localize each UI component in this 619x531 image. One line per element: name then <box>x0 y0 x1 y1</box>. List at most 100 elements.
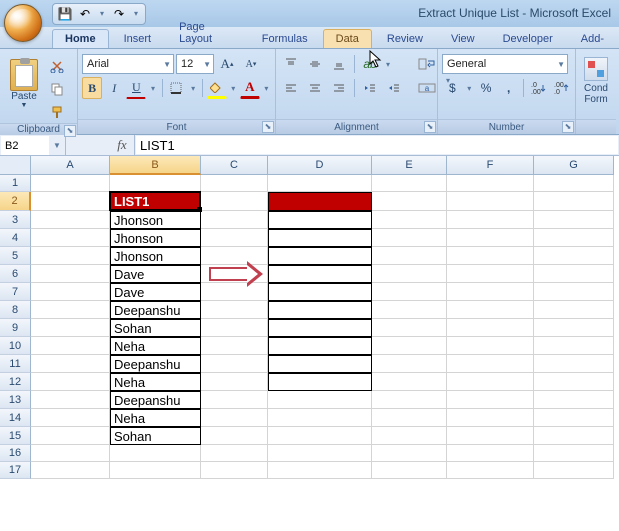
increase-indent-button[interactable] <box>383 77 405 99</box>
alignment-launcher[interactable]: ⬊ <box>424 121 436 133</box>
row-header[interactable]: 11 <box>0 355 31 373</box>
cell[interactable] <box>447 283 534 301</box>
undo-icon[interactable]: ↶ <box>77 6 93 22</box>
row-header[interactable]: 15 <box>0 427 31 445</box>
accounting-dropdown[interactable]: ▾ <box>465 84 474 93</box>
cell[interactable] <box>534 355 614 373</box>
cell[interactable] <box>372 265 447 283</box>
tab-pagelayout[interactable]: Page Layout <box>166 17 247 48</box>
cell[interactable] <box>447 427 534 445</box>
cell[interactable] <box>372 391 447 409</box>
cell[interactable] <box>534 391 614 409</box>
wrap-text-button[interactable] <box>413 53 441 75</box>
tab-data[interactable]: Data <box>323 29 372 48</box>
cell[interactable] <box>268 427 372 445</box>
cell[interactable] <box>268 373 372 391</box>
cell[interactable] <box>31 409 110 427</box>
cell[interactable]: Deepanshu <box>110 391 201 409</box>
row-header[interactable]: 1 <box>0 175 31 192</box>
cell[interactable] <box>534 283 614 301</box>
row-header[interactable]: 6 <box>0 265 31 283</box>
save-icon[interactable]: 💾 <box>57 6 73 22</box>
cell[interactable] <box>447 192 534 211</box>
orientation-button[interactable]: ab <box>359 53 381 75</box>
cell[interactable] <box>31 445 110 462</box>
fill-dropdown[interactable]: ▾ <box>229 84 238 93</box>
cell[interactable] <box>268 337 372 355</box>
tab-developer[interactable]: Developer <box>490 29 566 48</box>
cell[interactable] <box>268 247 372 265</box>
cell[interactable] <box>31 283 110 301</box>
cell[interactable] <box>372 319 447 337</box>
cell[interactable] <box>201 192 268 211</box>
cell[interactable] <box>201 247 268 265</box>
cell[interactable]: Jhonson <box>110 211 201 229</box>
row-header[interactable]: 9 <box>0 319 31 337</box>
cell[interactable] <box>447 373 534 391</box>
number-format-combo[interactable]: General▼ <box>442 54 568 74</box>
cell[interactable] <box>268 445 372 462</box>
cell[interactable] <box>31 319 110 337</box>
cell[interactable] <box>268 175 372 192</box>
column-header[interactable]: A <box>31 156 110 175</box>
cell[interactable] <box>31 229 110 247</box>
align-bottom-button[interactable] <box>328 53 350 75</box>
tab-add[interactable]: Add- <box>568 29 617 48</box>
cell[interactable] <box>372 409 447 427</box>
cell[interactable] <box>447 247 534 265</box>
font-color-dropdown[interactable]: ▾ <box>262 84 271 93</box>
cell[interactable] <box>534 229 614 247</box>
cell[interactable] <box>31 211 110 229</box>
cell[interactable] <box>268 211 372 229</box>
cell[interactable] <box>201 462 268 479</box>
cell[interactable] <box>372 247 447 265</box>
name-box-input[interactable] <box>1 136 49 155</box>
tab-view[interactable]: View <box>438 29 488 48</box>
select-all-button[interactable] <box>0 156 31 175</box>
cell[interactable] <box>268 319 372 337</box>
cell[interactable] <box>534 247 614 265</box>
cell[interactable] <box>447 409 534 427</box>
cell[interactable] <box>268 301 372 319</box>
cell[interactable] <box>268 355 372 373</box>
cell[interactable] <box>372 211 447 229</box>
cell[interactable] <box>447 265 534 283</box>
qat-customize[interactable]: ▾ <box>131 9 141 18</box>
cell[interactable]: Dave <box>110 283 201 301</box>
cell[interactable] <box>201 265 268 283</box>
row-header[interactable]: 8 <box>0 301 31 319</box>
cell[interactable] <box>534 175 614 192</box>
column-header[interactable]: D <box>268 156 372 175</box>
column-header[interactable]: B <box>110 156 201 175</box>
cell[interactable] <box>372 427 447 445</box>
cell[interactable] <box>447 229 534 247</box>
column-header[interactable]: F <box>447 156 534 175</box>
copy-button[interactable] <box>46 78 68 100</box>
row-header[interactable]: 4 <box>0 229 31 247</box>
cell[interactable] <box>534 409 614 427</box>
shrink-font-button[interactable]: A▾ <box>240 53 262 75</box>
cut-button[interactable] <box>46 55 68 77</box>
cell[interactable] <box>201 373 268 391</box>
tab-review[interactable]: Review <box>374 29 436 48</box>
cell[interactable] <box>447 462 534 479</box>
row-header[interactable]: 5 <box>0 247 31 265</box>
borders-button[interactable] <box>166 77 186 99</box>
cell[interactable] <box>447 301 534 319</box>
cell[interactable] <box>201 445 268 462</box>
cell[interactable] <box>447 445 534 462</box>
cell[interactable] <box>534 319 614 337</box>
office-button[interactable] <box>4 4 42 42</box>
cell[interactable] <box>201 229 268 247</box>
cell[interactable] <box>534 192 614 211</box>
tab-formulas[interactable]: Formulas <box>249 29 321 48</box>
name-box-dropdown[interactable]: ▼ <box>49 141 65 150</box>
row-header[interactable]: 13 <box>0 391 31 409</box>
cell[interactable] <box>268 283 372 301</box>
row-header[interactable]: 12 <box>0 373 31 391</box>
cell[interactable] <box>534 445 614 462</box>
cell[interactable] <box>31 192 110 211</box>
font-launcher[interactable]: ⬊ <box>262 121 274 133</box>
formula-input[interactable] <box>136 136 618 154</box>
row-header[interactable]: 17 <box>0 462 31 479</box>
